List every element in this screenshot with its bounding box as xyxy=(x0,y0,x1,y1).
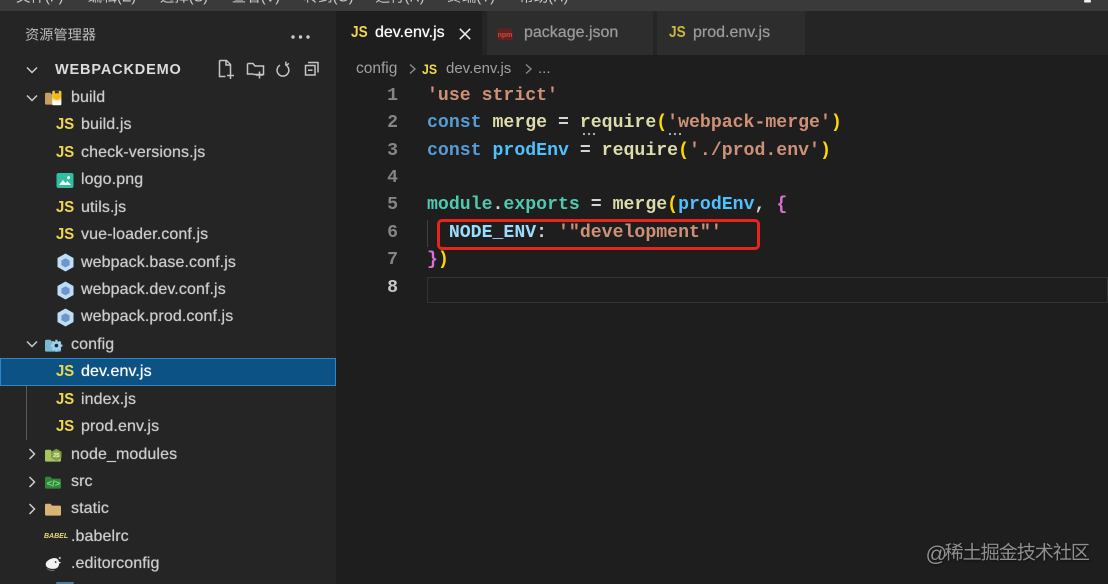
svg-text:(G): (G) xyxy=(333,0,354,6)
svg-text:JS: JS xyxy=(53,452,60,458)
svg-text:(T): (T) xyxy=(476,0,495,6)
svg-text:(S): (S) xyxy=(189,0,208,6)
svg-text:(H): (H) xyxy=(548,0,568,6)
svg-text:</>: </> xyxy=(47,479,61,490)
svg-text:@: @ xyxy=(926,542,948,566)
svg-text:(E): (E) xyxy=(117,0,136,6)
svg-text:(F): (F) xyxy=(45,0,64,6)
svg-text:(R): (R) xyxy=(405,0,425,6)
svg-text:npm: npm xyxy=(498,32,513,39)
svg-text:(V): (V) xyxy=(261,0,280,6)
